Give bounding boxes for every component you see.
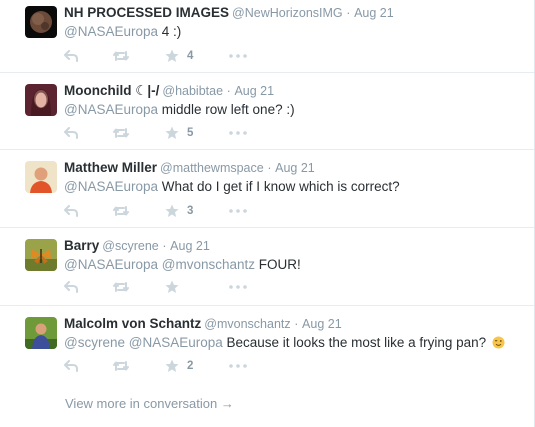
reply-icon[interactable] (64, 126, 78, 140)
tweet-author-handle[interactable]: @NewHorizonsIMG (232, 6, 343, 20)
tweet-author-name[interactable]: Matthew Miller (64, 160, 157, 175)
reply-icon[interactable] (64, 49, 78, 63)
tweet-header: Malcolm von Schantz @mvonschantz · Aug 21 (64, 316, 527, 332)
separator: · (294, 317, 299, 331)
favorite-icon[interactable]: 4 (165, 49, 193, 63)
tweet-author-handle[interactable]: @matthewmspace (160, 161, 264, 175)
mention-link[interactable]: @NASAEuropa (64, 24, 158, 39)
tweet-body: middle row left one? :) (161, 102, 295, 117)
more-options-icon[interactable] (229, 126, 247, 140)
tweet-timestamp[interactable]: Aug 21 (302, 317, 342, 331)
favorite-count: 4 (187, 50, 194, 62)
mention-link[interactable]: @NASAEuropa (129, 335, 223, 350)
separator: · (162, 239, 167, 253)
tweet-author-name[interactable]: NH PROCESSED IMAGES (64, 5, 229, 20)
tweet-text: @NASAEuropa 4 :) (64, 23, 527, 41)
tweet-author-name[interactable]: Malcolm von Schantz (64, 316, 201, 331)
mention-link[interactable]: @NASAEuropa (64, 102, 158, 117)
tweet-text: @NASAEuropa @mvonschantz FOUR! (64, 256, 527, 274)
tweet-timestamp[interactable]: Aug 21 (275, 161, 315, 175)
planet-avatar-icon[interactable] (25, 6, 57, 38)
tweet-header: Barry @scyrene · Aug 21 (64, 238, 527, 254)
tweet-body: Because it looks the most like a frying … (226, 335, 487, 350)
mention-link[interactable]: @mvonschantz (162, 257, 255, 272)
mention-link[interactable]: @NASAEuropa (64, 257, 158, 272)
favorite-icon[interactable]: 3 (165, 204, 193, 218)
tweet-author-name[interactable]: Moonchild ☾|-/ (64, 83, 159, 98)
reply-icon[interactable] (64, 204, 78, 218)
tweet-body: FOUR! (258, 257, 301, 272)
tweet-text: @NASAEuropa middle row left one? :) (64, 101, 527, 119)
tweet-header: Moonchild ☾|-/@habibtae · Aug 21 (64, 83, 527, 99)
view-more-conversation-link[interactable]: View more in conversation → (65, 396, 234, 411)
mention-link[interactable]: @NASAEuropa (64, 179, 158, 194)
retweet-icon[interactable] (112, 49, 130, 63)
person-avatar-icon[interactable] (25, 84, 57, 116)
separator: · (346, 6, 351, 20)
tweet-body: 4 :) (161, 24, 182, 39)
person-avatar-icon[interactable] (25, 161, 57, 193)
person-avatar-icon[interactable] (25, 317, 57, 349)
tweet-timestamp[interactable]: Aug 21 (354, 6, 394, 20)
favorite-icon[interactable]: 2 (165, 359, 193, 373)
tweet-header: Matthew Miller @matthewmspace · Aug 21 (64, 160, 527, 176)
retweet-icon[interactable] (112, 126, 130, 140)
more-options-icon[interactable] (229, 49, 247, 63)
tweet[interactable]: NH PROCESSED IMAGES @NewHorizonsIMG · Aug… (0, 0, 535, 73)
favorite-count: 5 (187, 127, 194, 139)
tweet[interactable]: Malcolm von Schantz @mvonschantz · Aug 21… (0, 306, 535, 382)
favorite-icon[interactable]: 5 (165, 126, 193, 140)
tweet[interactable]: Matthew Miller @matthewmspace · Aug 21 @N… (0, 150, 535, 228)
tweet-timestamp[interactable]: Aug 21 (234, 84, 274, 98)
tweet-author-handle[interactable]: @scyrene (102, 239, 158, 253)
separator: · (267, 161, 272, 175)
tweet-body: What do I get if I know which is correct… (161, 179, 400, 194)
mention-link[interactable]: @scyrene (64, 335, 125, 350)
retweet-icon[interactable] (112, 204, 130, 218)
more-options-icon[interactable] (229, 280, 247, 294)
tweet-author-handle[interactable]: @mvonschantz (204, 317, 290, 331)
retweet-icon[interactable] (112, 280, 130, 294)
reply-icon[interactable] (64, 280, 78, 294)
more-options-icon[interactable] (229, 204, 247, 218)
tweet[interactable]: Moonchild ☾|-/@habibtae · Aug 21 @NASAEu… (0, 73, 535, 150)
more-options-icon[interactable] (229, 359, 247, 373)
favorite-count: 3 (187, 205, 194, 217)
winking-face-emoji-icon (492, 336, 505, 354)
tweet-author-name[interactable]: Barry (64, 238, 99, 253)
tweet[interactable]: Barry @scyrene · Aug 21 @NASAEuropa @mvon… (0, 228, 535, 306)
tweet-timestamp[interactable]: Aug 21 (170, 239, 210, 253)
retweet-icon[interactable] (112, 359, 130, 373)
reply-icon[interactable] (64, 359, 78, 373)
favorite-count: 2 (187, 360, 194, 372)
separator: · (226, 84, 231, 98)
butterfly-avatar-icon[interactable] (25, 239, 57, 271)
tweet-text: @scyrene @NASAEuropa Because it looks th… (64, 334, 527, 354)
tweet-header: NH PROCESSED IMAGES @NewHorizonsIMG · Aug… (64, 5, 527, 21)
tweet-author-handle[interactable]: @habibtae (162, 84, 223, 98)
tweet-text: @NASAEuropa What do I get if I know whic… (64, 178, 527, 196)
favorite-icon[interactable] (165, 280, 187, 294)
